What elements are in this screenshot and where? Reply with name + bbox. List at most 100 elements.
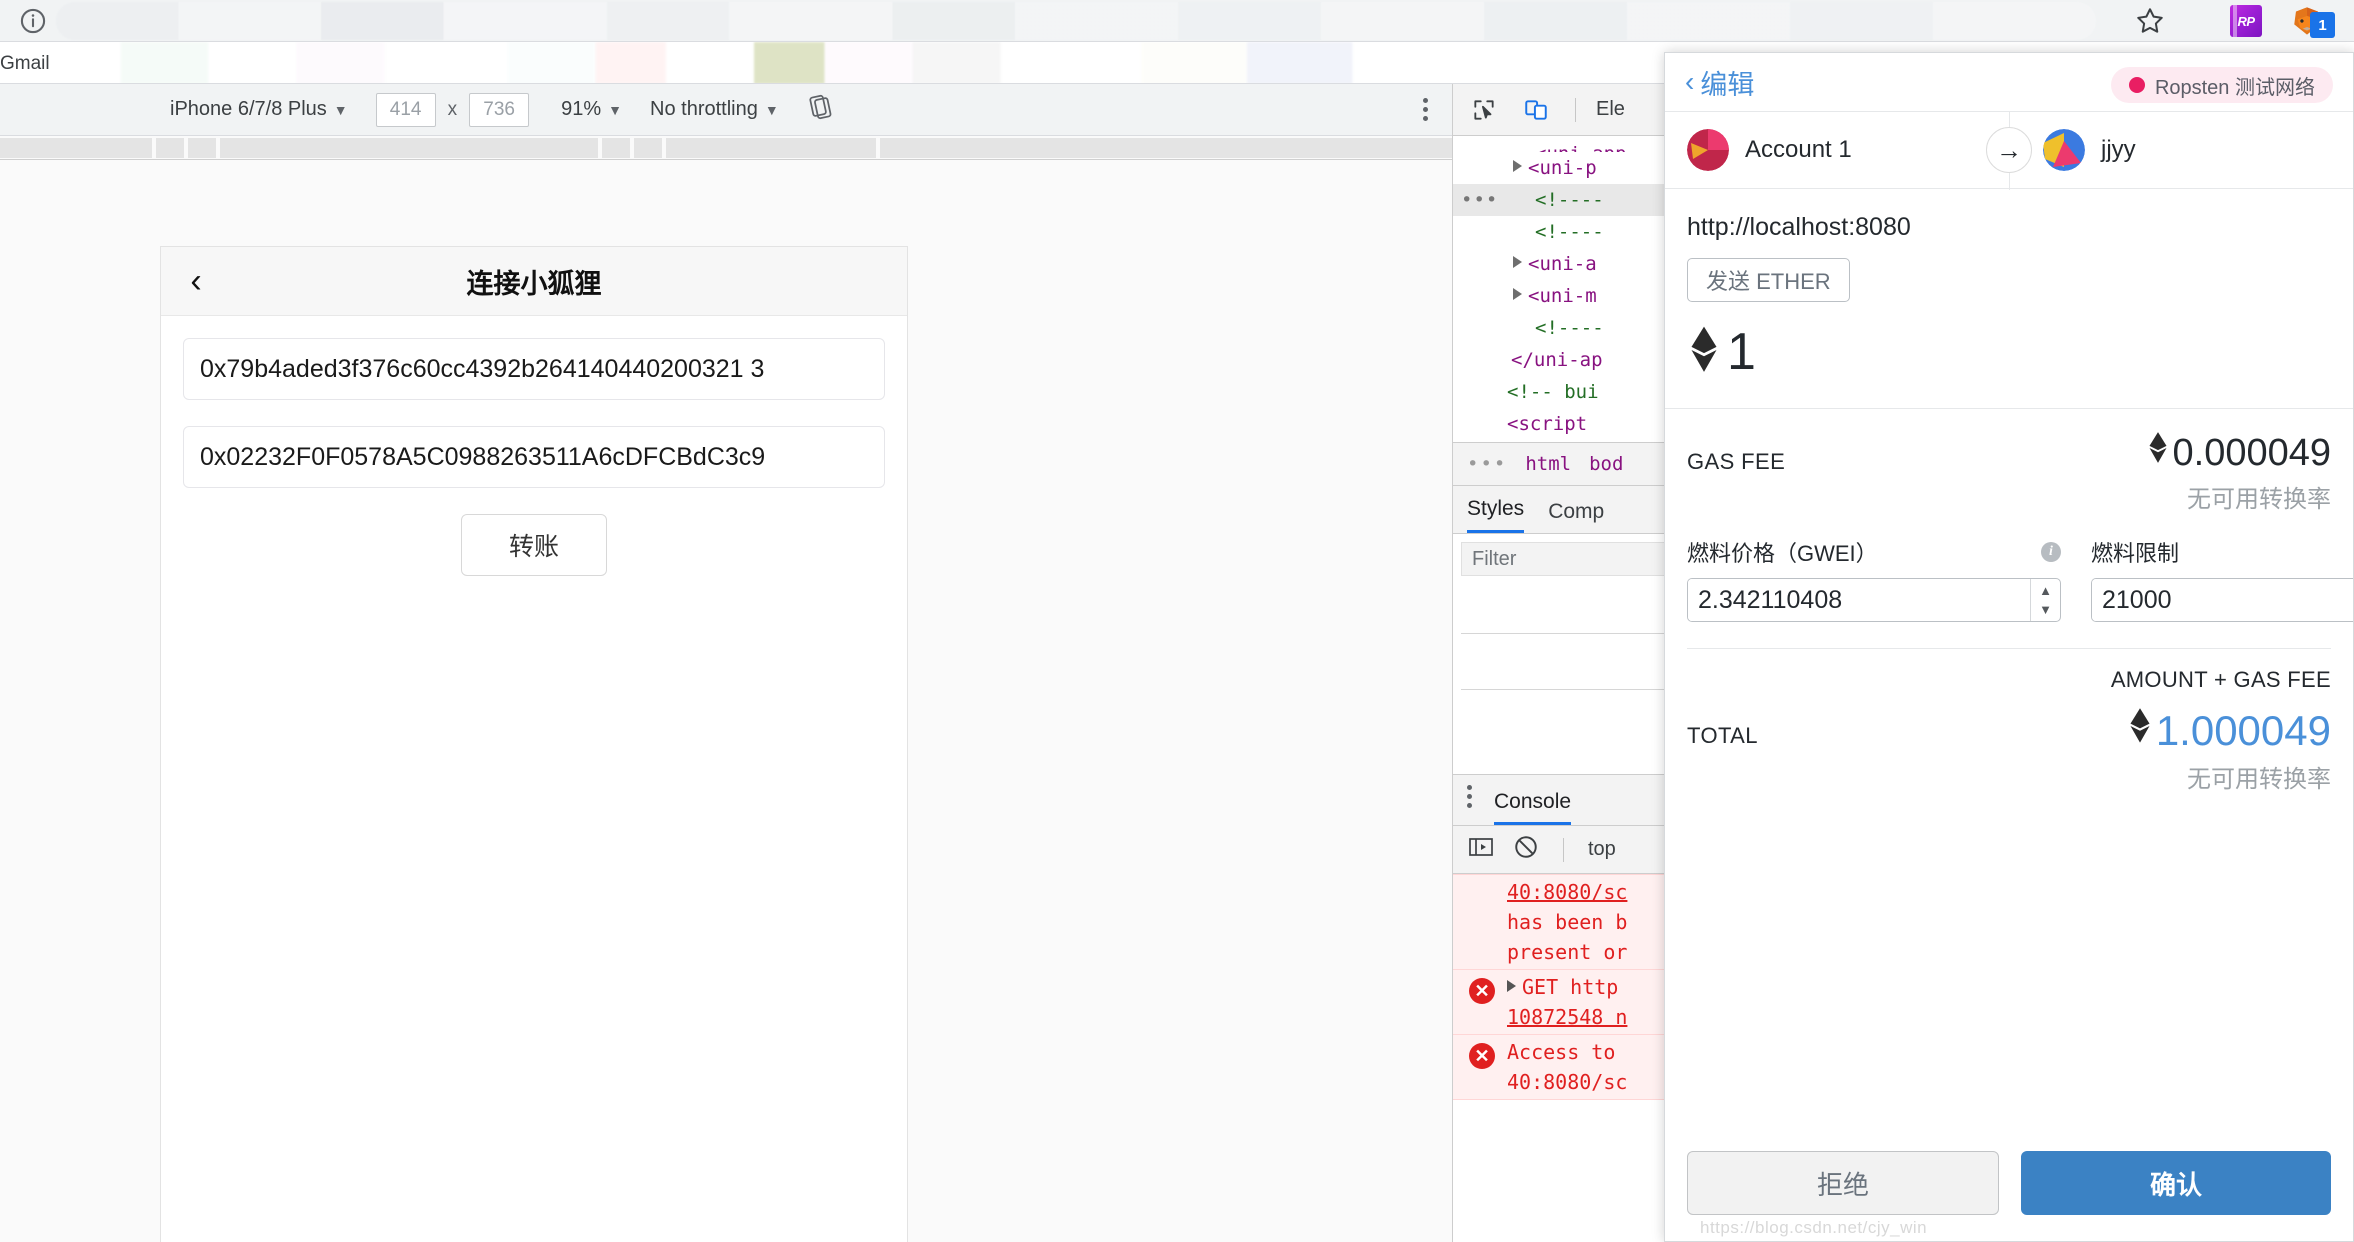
console-context-selector[interactable]: top [1588,838,1616,861]
transfer-button[interactable]: 转账 [461,514,607,576]
avatar [2043,129,2085,171]
chevron-left-icon: ‹ [1685,66,1695,97]
gas-price-label: 燃料价格（GWEI） [1687,541,1878,566]
arrow-right-icon: → [1986,127,2032,173]
device-width-input[interactable]: 414 [375,92,436,127]
watermark: https://blog.csdn.net/cjy_win [1700,1218,1928,1237]
gas-fee-values: 0.000049 无可用转换率 [2147,431,2332,514]
device-emulation-toolbar: iPhone 6/7/8 Plus ▼ 414 x 736 91% ▼ No t… [0,84,1452,136]
device-selector[interactable]: iPhone 6/7/8 Plus ▼ [170,98,348,121]
dimension-separator: x [447,98,458,120]
clear-console-icon[interactable] [1513,834,1539,865]
gas-price-input[interactable] [1688,579,2030,621]
address-bar-blurred[interactable] [56,2,2096,40]
total-amount: 1.000049 [2128,707,2331,755]
breadcrumb-overflow-icon[interactable]: ••• [1467,453,1507,475]
expand-triangle-icon[interactable] [1507,980,1516,992]
bookmark-star-icon[interactable] [2128,0,2172,42]
total-values: 1.000049 无可用转换率 [2128,707,2331,794]
gas-limit-stepper[interactable]: ▲ ▼ [2091,578,2353,622]
total-label: TOTAL [1687,723,1758,748]
toolbar-divider [1575,97,1576,122]
reject-button[interactable]: 拒绝 [1687,1151,1999,1215]
browser-toolbar: RP 1 [0,0,2354,42]
throttling-selector[interactable]: No throttling ▼ [650,98,779,121]
console-link[interactable]: 10872548 n [1507,1005,1627,1029]
address-to-input[interactable]: 0x02232F0F0578A5C0988263511A6cDFCBdC3c9 [183,426,885,488]
zoom-level-label: 91% [561,98,602,120]
expand-triangle-icon[interactable] [1513,160,1522,172]
info-circle-icon[interactable] [10,0,56,42]
chevron-down-icon: ▼ [764,101,779,118]
total-no-conversion: 无可用转换率 [2187,766,2331,793]
gas-fields: 燃料价格（GWEI） i ▲ ▼ 燃料限制 [1687,536,2353,622]
breadcrumb-item-body[interactable]: bod [1589,453,1623,475]
gas-section: GAS FEE 0.000049 无可用转换率 燃料价格（GWEI） i 2.3… [1665,409,2353,622]
address-from-input[interactable]: 0x79b4aded3f376c60cc4392b264140440200321… [183,338,885,400]
gas-price-stepper[interactable]: ▲ ▼ [1687,578,2061,622]
ethereum-icon [1687,325,1721,380]
origin-url: http://localhost:8080 [1687,213,1911,241]
chevron-up-icon[interactable]: ▲ [2039,583,2052,598]
chevron-down-icon: ▼ [608,101,623,118]
back-edit-button[interactable]: ‹ 编辑 [1685,63,1754,102]
chevron-down-icon[interactable]: ▼ [2039,602,2052,617]
kebab-menu-icon[interactable] [1423,98,1428,121]
gas-fee-no-conversion: 无可用转换率 [2187,486,2331,513]
kebab-menu-icon[interactable] [1467,784,1472,808]
page-body: 0x79b4aded3f376c60cc4392b264140440200321… [161,316,907,576]
stepper-arrows[interactable]: ▲ ▼ [2030,579,2060,621]
device-toolbar-toggle-icon[interactable] [1517,91,1555,129]
device-selector-label: iPhone 6/7/8 Plus [170,98,327,120]
chevron-left-icon[interactable]: ‹ [179,264,213,298]
confirm-button[interactable]: 确认 [2021,1151,2331,1215]
transfer-button-wrap: 转账 [183,514,885,576]
bookmark-gmail[interactable]: Gmail [0,53,50,75]
zoom-selector[interactable]: 91% ▼ [561,98,622,121]
breadcrumb-item-html[interactable]: html [1525,453,1571,475]
toolbar-divider [1563,837,1564,862]
expand-triangle-icon[interactable] [1513,288,1522,300]
tab-styles[interactable]: Styles [1467,497,1525,533]
error-badge-icon: ✕ [1469,978,1495,1004]
error-badge-icon: ✕ [1469,1043,1495,1069]
gas-limit-head: 燃料限制 i [2091,536,2353,568]
gas-fee-value: 0.000049 [2172,431,2332,474]
console-sidebar-icon[interactable] [1467,835,1495,864]
inspect-element-icon[interactable] [1465,91,1503,129]
gas-price-head: 燃料价格（GWEI） i [1687,536,2061,568]
total-section: AMOUNT + GAS FEE TOTAL 1.000049 无可用转换率 [1665,649,2353,794]
amount-plus-gas-caption: AMOUNT + GAS FEE [2110,667,2331,692]
tab-computed[interactable]: Comp [1548,500,1604,533]
console-message-line: GET http [1522,975,1619,999]
account-from-label: Account 1 [1745,136,1852,163]
rotate-device-icon[interactable] [807,93,835,126]
avatar [1687,129,1729,171]
gas-fee-row: GAS FEE 0.000049 无可用转换率 [1687,431,2331,514]
back-edit-label: 编辑 [1700,69,1755,100]
device-ruler [0,136,1452,160]
gas-price-field: 燃料价格（GWEI） i ▲ ▼ [1687,536,2061,622]
info-icon[interactable]: i [2041,542,2061,562]
device-height-input[interactable]: 736 [469,92,530,127]
account-to-label: jjyy [2101,136,2136,163]
extension-icon-rp[interactable]: RP [2230,5,2262,37]
total-value: 1.000049 [2155,707,2331,754]
tab-console[interactable]: Console [1494,790,1572,825]
ethereum-icon [2128,707,2152,755]
action-type-pill: 发送 ETHER [1687,258,1850,302]
expand-triangle-icon[interactable] [1513,256,1522,268]
account-to[interactable]: jjyy [2009,129,2353,171]
account-from[interactable]: Account 1 [1665,129,2009,171]
gas-limit-input[interactable] [2092,579,2353,621]
devtools-device-area: iPhone 6/7/8 Plus ▼ 414 x 736 91% ▼ No t… [0,84,1452,1242]
amount-section: 1 [1665,302,2353,409]
console-link[interactable]: 40:8080/sc [1507,880,1627,904]
network-badge[interactable]: Ropsten 测试网络 [2110,67,2333,103]
bookmarks-blurred[interactable] [50,42,1810,83]
metamask-header: ‹ 编辑 Ropsten 测试网络 [1665,53,2353,111]
metamask-confirm-popup: ‹ 编辑 Ropsten 测试网络 Account 1 → jjyy http:… [1664,52,2354,1242]
dom-row-menu-icon[interactable]: ••• [1461,184,1498,216]
emulated-viewport: ‹ 连接小狐狸 0x79b4aded3f376c60cc4392b2641404… [0,160,1452,1242]
tab-elements[interactable]: Ele [1596,98,1625,121]
